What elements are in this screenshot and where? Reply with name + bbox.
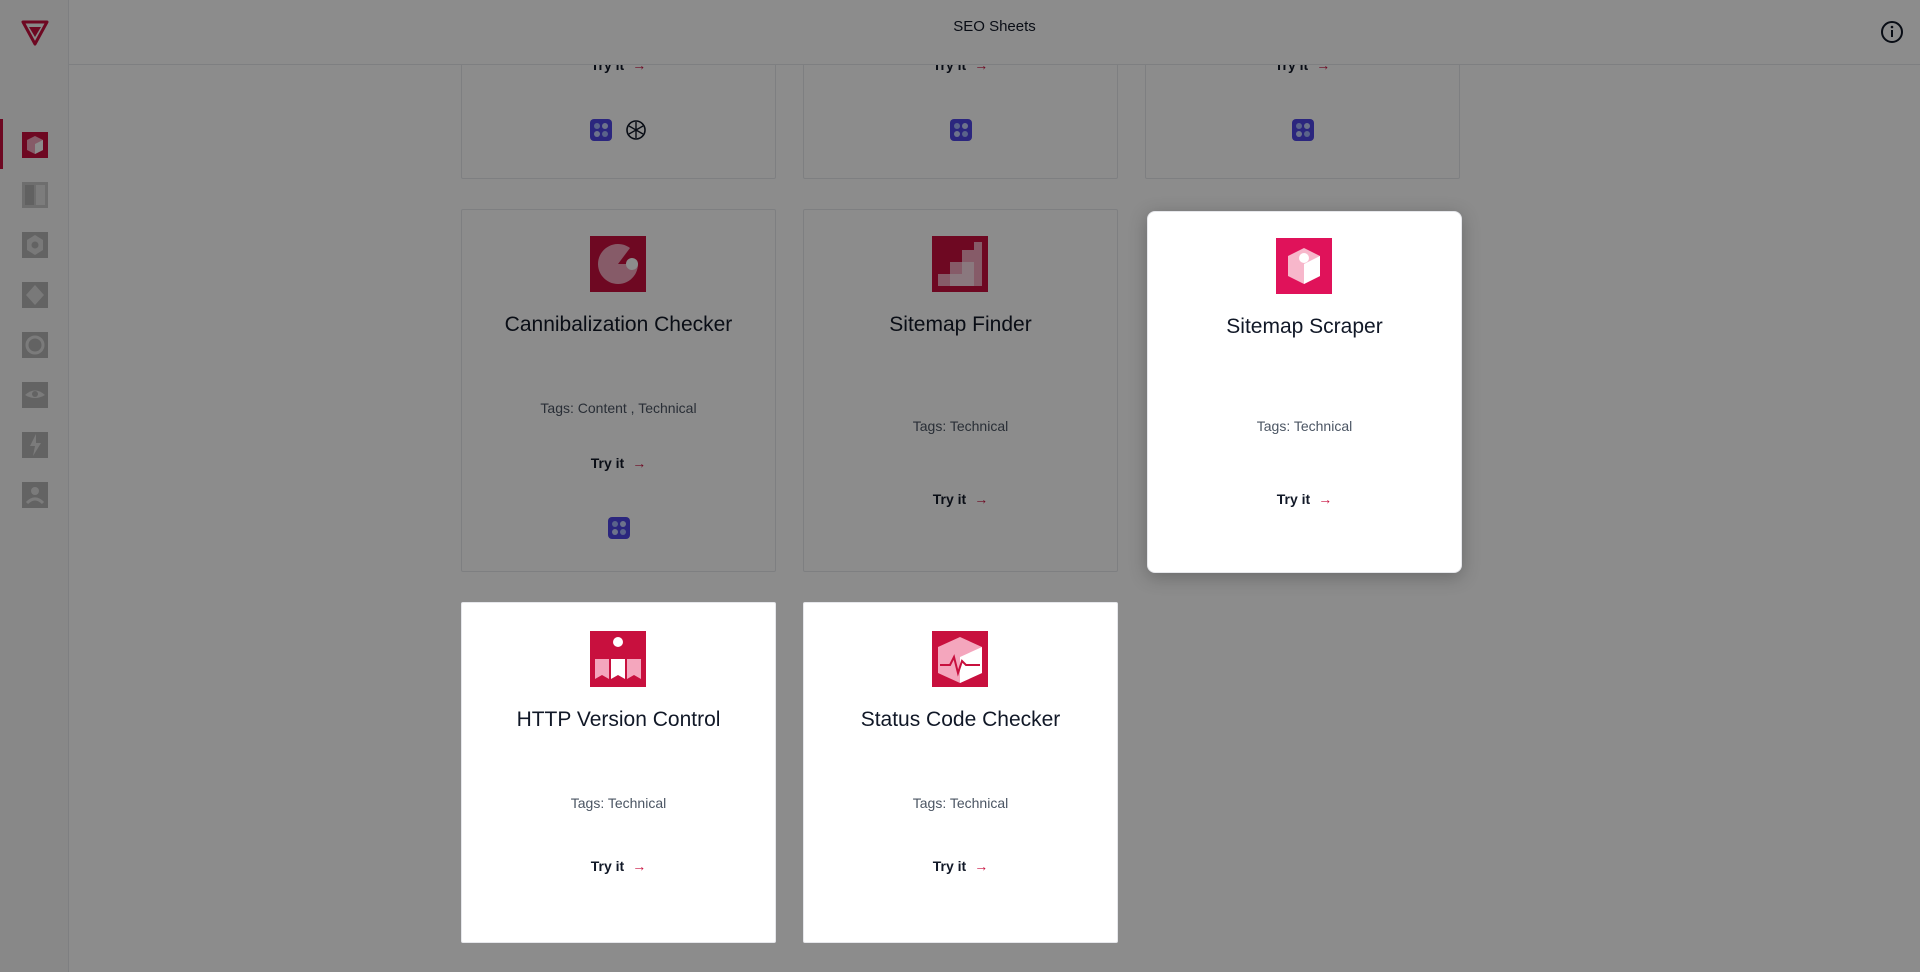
tool-card-sitemap-scraper[interactable]: Sitemap Scraper Tags: Technical Try it → xyxy=(1147,211,1462,573)
tool-card-status-code-checker[interactable]: Status Code Checker Tags: Technical Try … xyxy=(803,602,1118,943)
main-content: Try it → Try it → Try it → Cannibalizati… xyxy=(0,0,1920,972)
card-tags: Tags: Technical xyxy=(1256,418,1353,434)
try-it-link[interactable]: Try it → xyxy=(1148,491,1461,507)
pulse-cube-icon xyxy=(932,631,988,687)
try-it-link[interactable]: Try it → xyxy=(804,858,1117,874)
card-title: HTTP Version Control xyxy=(516,708,721,731)
try-it-link[interactable]: Try it → xyxy=(462,858,775,874)
card-tags: Tags: Technical xyxy=(912,795,1009,811)
cube-icon xyxy=(1276,238,1332,294)
card-tags: Tags: Technical xyxy=(570,795,667,811)
card-title: Sitemap Scraper xyxy=(1226,315,1383,338)
blocks-icon xyxy=(590,631,646,687)
tool-card-http-version-control[interactable]: HTTP Version Control Tags: Technical Try… xyxy=(461,602,776,943)
card-title: Status Code Checker xyxy=(860,708,1061,731)
